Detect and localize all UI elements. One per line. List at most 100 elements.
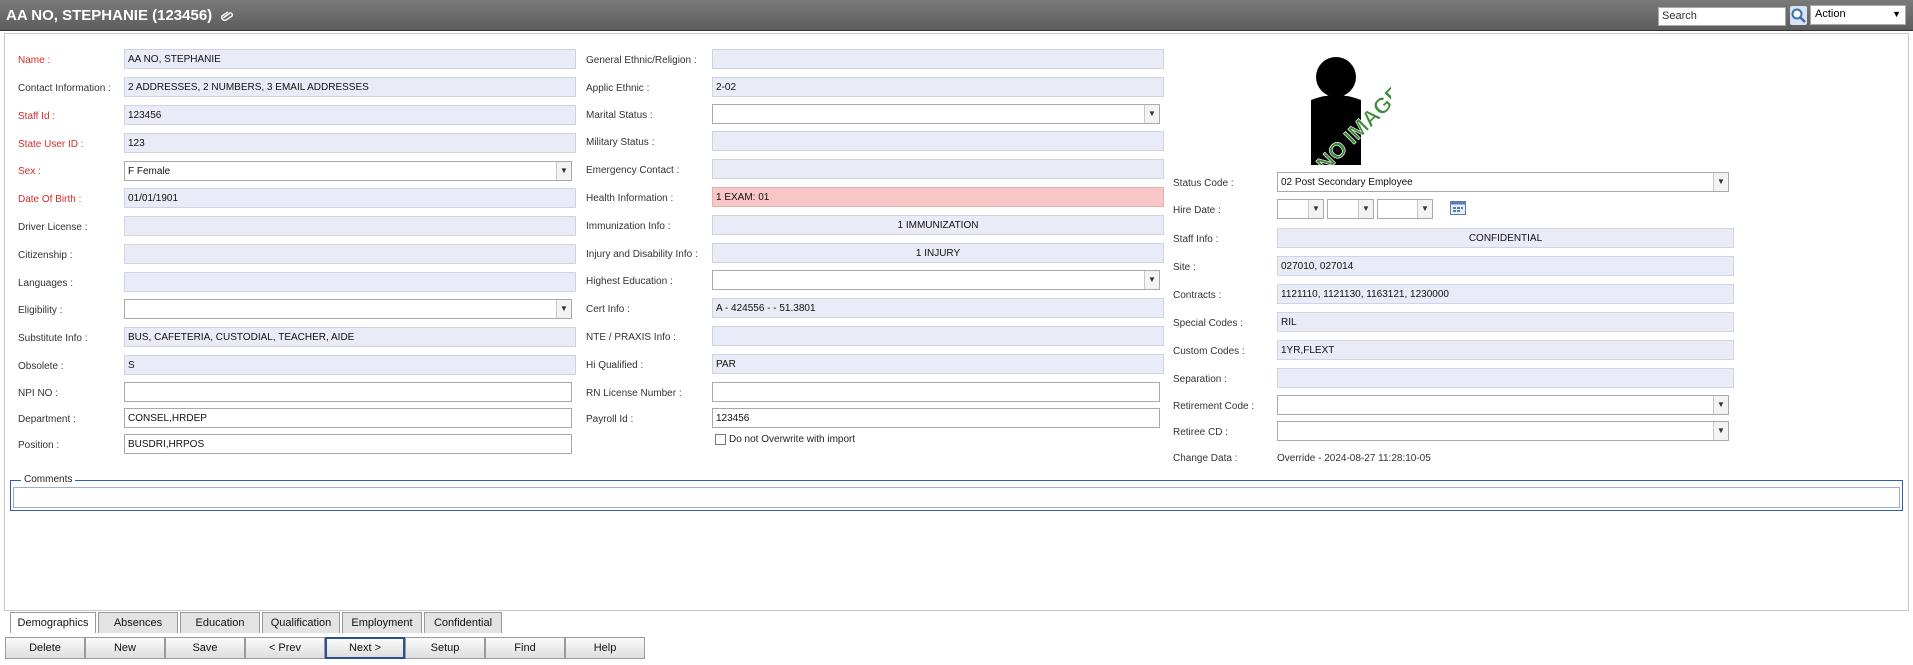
health-info-label: Health Information : [586, 193, 674, 204]
name-field[interactable]: AA NO, STEPHANIE [124, 49, 576, 69]
eligibility-label: Eligibility : [18, 305, 63, 316]
chevron-down-icon: ▼ [1713, 422, 1728, 440]
tab-confidential[interactable]: Confidential [424, 612, 502, 633]
nte-praxis-label: NTE / PRAXIS Info : [586, 332, 677, 343]
change-data-label: Change Data : [1173, 453, 1238, 464]
chevron-down-icon: ▼ [1358, 200, 1373, 218]
prev-button[interactable]: < Prev [245, 637, 325, 659]
next-button[interactable]: Next > [325, 637, 405, 659]
emergency-contact-field[interactable] [712, 159, 1164, 179]
search-input[interactable]: Search [1658, 7, 1786, 26]
payroll-id-input[interactable]: 123456 [712, 408, 1160, 428]
retiree-cd-label: Retiree CD : [1173, 427, 1229, 438]
dob-label: Date Of Birth : [18, 194, 82, 205]
rn-license-input[interactable] [712, 382, 1160, 402]
tab-absences[interactable]: Absences [98, 612, 178, 633]
status-code-select[interactable]: 02 Post Secondary Employee ▼ [1277, 172, 1729, 192]
sex-label: Sex : [18, 166, 41, 177]
hi-qualified-field[interactable]: PAR [712, 354, 1164, 374]
cert-info-label: Cert Info : [586, 304, 630, 315]
chevron-down-icon: ▼ [1308, 200, 1323, 218]
eligibility-select[interactable]: ▼ [124, 299, 572, 319]
citizenship-label: Citizenship : [18, 250, 73, 261]
action-dropdown-label: Action [1815, 8, 1846, 20]
special-codes-field[interactable]: RIL [1277, 312, 1734, 332]
highest-education-select[interactable]: ▼ [712, 270, 1160, 290]
department-input[interactable]: CONSEL,HRDEP [124, 408, 572, 428]
injury-field[interactable]: 1 INJURY [712, 243, 1164, 263]
nte-praxis-field[interactable] [712, 326, 1164, 346]
new-button[interactable]: New [85, 637, 165, 659]
tab-demographics[interactable]: Demographics [10, 612, 96, 633]
health-info-field[interactable]: 1 EXAM: 01 [712, 187, 1164, 207]
separation-label: Separation : [1173, 374, 1227, 385]
hi-qualified-label: Hi Qualified : [586, 360, 644, 371]
action-dropdown[interactable]: Action ▼ [1810, 5, 1906, 25]
sex-select-value: F Female [128, 166, 171, 177]
retiree-cd-select[interactable]: ▼ [1277, 421, 1729, 441]
no-overwrite-checkbox[interactable] [715, 434, 726, 445]
contact-field[interactable]: 2 ADDRESSES, 2 NUMBERS, 3 EMAIL ADDRESSE… [124, 77, 576, 97]
applic-ethnic-label: Applic Ethnic : [586, 83, 650, 94]
tab-qualification[interactable]: Qualification [262, 612, 340, 633]
help-button[interactable]: Help [565, 637, 645, 659]
staff-info-label: Staff Info : [1173, 234, 1219, 245]
chevron-down-icon: ▼ [1144, 271, 1159, 289]
staff-info-field[interactable]: CONFIDENTIAL [1277, 228, 1734, 248]
marital-status-select[interactable]: ▼ [712, 104, 1160, 124]
applic-ethnic-field[interactable]: 2-02 [712, 77, 1164, 97]
npi-input[interactable] [124, 382, 572, 402]
ethnic-religion-label: General Ethnic/Religion : [586, 55, 697, 66]
chevron-down-icon: ▼ [1713, 173, 1728, 191]
site-field[interactable]: 027010, 027014 [1277, 256, 1734, 276]
state-user-id-field[interactable]: 123 [124, 133, 576, 153]
contact-label: Contact Information : [18, 83, 111, 94]
separation-field[interactable] [1277, 368, 1734, 388]
substitute-info-label: Substitute Info : [18, 333, 88, 344]
custom-codes-field[interactable]: 1YR,FLEXT [1277, 340, 1734, 360]
no-overwrite-row[interactable]: Do not Overwrite with import [715, 434, 855, 445]
find-button[interactable]: Find [485, 637, 565, 659]
sex-select[interactable]: F Female ▼ [124, 161, 572, 181]
position-input[interactable]: BUSDRI,HRPOS [124, 434, 572, 454]
retirement-code-label: Retirement Code : [1173, 401, 1255, 412]
tab-education[interactable]: Education [180, 612, 260, 633]
obsolete-field[interactable]: S [124, 355, 576, 375]
hire-date-label: Hire Date : [1173, 205, 1221, 216]
ethnic-religion-field[interactable] [712, 49, 1164, 69]
tab-employment[interactable]: Employment [342, 612, 422, 633]
hire-date-year-select[interactable]: ▼ [1377, 199, 1433, 219]
contracts-field[interactable]: 1121110, 1121130, 1163121, 1230000 [1277, 284, 1734, 304]
staff-id-field[interactable]: 123456 [124, 105, 576, 125]
substitute-info-field[interactable]: BUS, CAFETERIA, CUSTODIAL, TEACHER, AIDE [124, 327, 576, 347]
department-label: Department : [18, 414, 76, 425]
npi-label: NPI NO : [18, 388, 59, 399]
immunization-field[interactable]: 1 IMMUNIZATION [712, 215, 1164, 235]
status-code-label: Status Code : [1173, 178, 1234, 189]
calendar-icon[interactable] [1450, 201, 1466, 215]
state-user-id-label: State User ID : [18, 139, 84, 150]
languages-field[interactable] [124, 272, 576, 292]
setup-button[interactable]: Setup [405, 637, 485, 659]
delete-button[interactable]: Delete [5, 637, 85, 659]
hire-date-day-select[interactable]: ▼ [1327, 199, 1374, 219]
comments-label: Comments [21, 474, 76, 485]
position-label: Position : [18, 440, 60, 451]
citizenship-field[interactable] [124, 244, 576, 264]
chevron-down-icon: ▼ [1713, 396, 1728, 414]
payroll-id-label: Payroll Id : [586, 414, 634, 425]
retirement-code-select[interactable]: ▼ [1277, 395, 1729, 415]
dob-field[interactable]: 01/01/1901 [124, 188, 576, 208]
immunization-label: Immunization Info : [586, 221, 671, 232]
driver-license-field[interactable] [124, 216, 576, 236]
chevron-down-icon: ▼ [1892, 9, 1901, 19]
paperclip-icon[interactable] [220, 8, 234, 25]
chevron-down-icon: ▼ [1144, 105, 1159, 123]
driver-license-label: Driver License : [18, 222, 88, 233]
cert-info-field[interactable]: A - 424556 - - 51.3801 [712, 298, 1164, 318]
hire-date-month-select[interactable]: ▼ [1277, 199, 1324, 219]
comments-textarea[interactable] [13, 487, 1900, 508]
save-button[interactable]: Save [165, 637, 245, 659]
search-icon[interactable] [1790, 6, 1807, 25]
military-status-field[interactable] [712, 131, 1164, 151]
